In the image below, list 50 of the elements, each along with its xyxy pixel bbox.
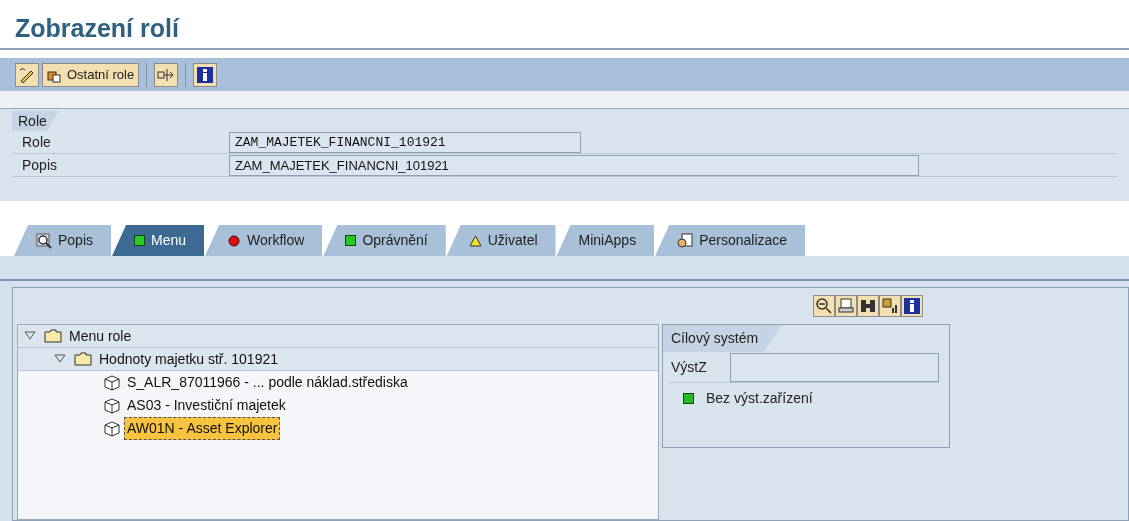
transport-button[interactable]: [154, 62, 179, 87]
cube-icon: [104, 420, 120, 437]
layout-icon: [881, 297, 899, 315]
zoom-out-button[interactable]: [813, 295, 835, 317]
info-button[interactable]: [193, 62, 218, 87]
ball-icon: [227, 233, 242, 248]
info-button[interactable]: [901, 295, 923, 317]
tab[interactable]: MiniApps: [556, 225, 655, 256]
folder-icon: [44, 329, 62, 343]
magnifier-icon: [36, 232, 52, 249]
tree-item[interactable]: Menu role: [66, 324, 135, 348]
status-square-icon: [134, 235, 146, 246]
status-square-icon: [345, 235, 357, 246]
print-button[interactable]: [835, 295, 857, 317]
expand-toggle-icon[interactable]: [24, 331, 36, 341]
tab[interactable]: Uživatel: [446, 225, 556, 256]
tab[interactable]: Personalizace: [655, 225, 806, 256]
tab[interactable]: Menu: [112, 225, 205, 256]
warning-icon: [468, 234, 482, 247]
input-field[interactable]: [730, 352, 939, 382]
tab[interactable]: Popis: [14, 225, 112, 256]
zoom-out-icon: [815, 297, 833, 315]
find-button[interactable]: [857, 295, 879, 317]
other-roles-button[interactable]: Ostatní role: [42, 62, 140, 87]
group-title: Role: [12, 111, 59, 131]
expand-toggle-icon[interactable]: [54, 354, 66, 364]
status-label: Bez výst.zařízení: [706, 388, 813, 408]
print-icon: [837, 297, 855, 315]
field-label: Role: [21, 132, 52, 152]
tree-item[interactable]: AW01N - Asset Explorer: [124, 417, 281, 440]
cube-icon: [104, 397, 120, 414]
layout-button[interactable]: [879, 295, 901, 317]
find-icon: [859, 297, 877, 315]
tab[interactable]: Oprávnění: [323, 225, 446, 256]
field-label: VýstZ: [670, 357, 708, 377]
window-title: Zobrazení rolí: [15, 13, 179, 45]
tree-item[interactable]: AS03 - Investiční majetek: [124, 394, 289, 417]
input-field[interactable]: ZAM_MAJETEK_FINANCNI_101921: [229, 131, 581, 153]
group-title: Cílový systém: [663, 325, 783, 352]
input-field[interactable]: ZAM_MAJETEK_FINANCNI_101921: [229, 154, 919, 176]
folder-icon: [74, 352, 92, 366]
info-icon: [903, 297, 921, 315]
personalize-icon: [677, 232, 694, 249]
tab[interactable]: Workflow: [205, 225, 323, 256]
cube-icon: [104, 374, 120, 391]
edit-button[interactable]: [15, 62, 39, 87]
info-icon: [196, 65, 215, 84]
field-label: Popis: [21, 155, 59, 175]
edit-icon: [18, 65, 36, 84]
tree-item[interactable]: S_ALR_87011966 - ... podle náklad.střediska: [124, 371, 411, 394]
